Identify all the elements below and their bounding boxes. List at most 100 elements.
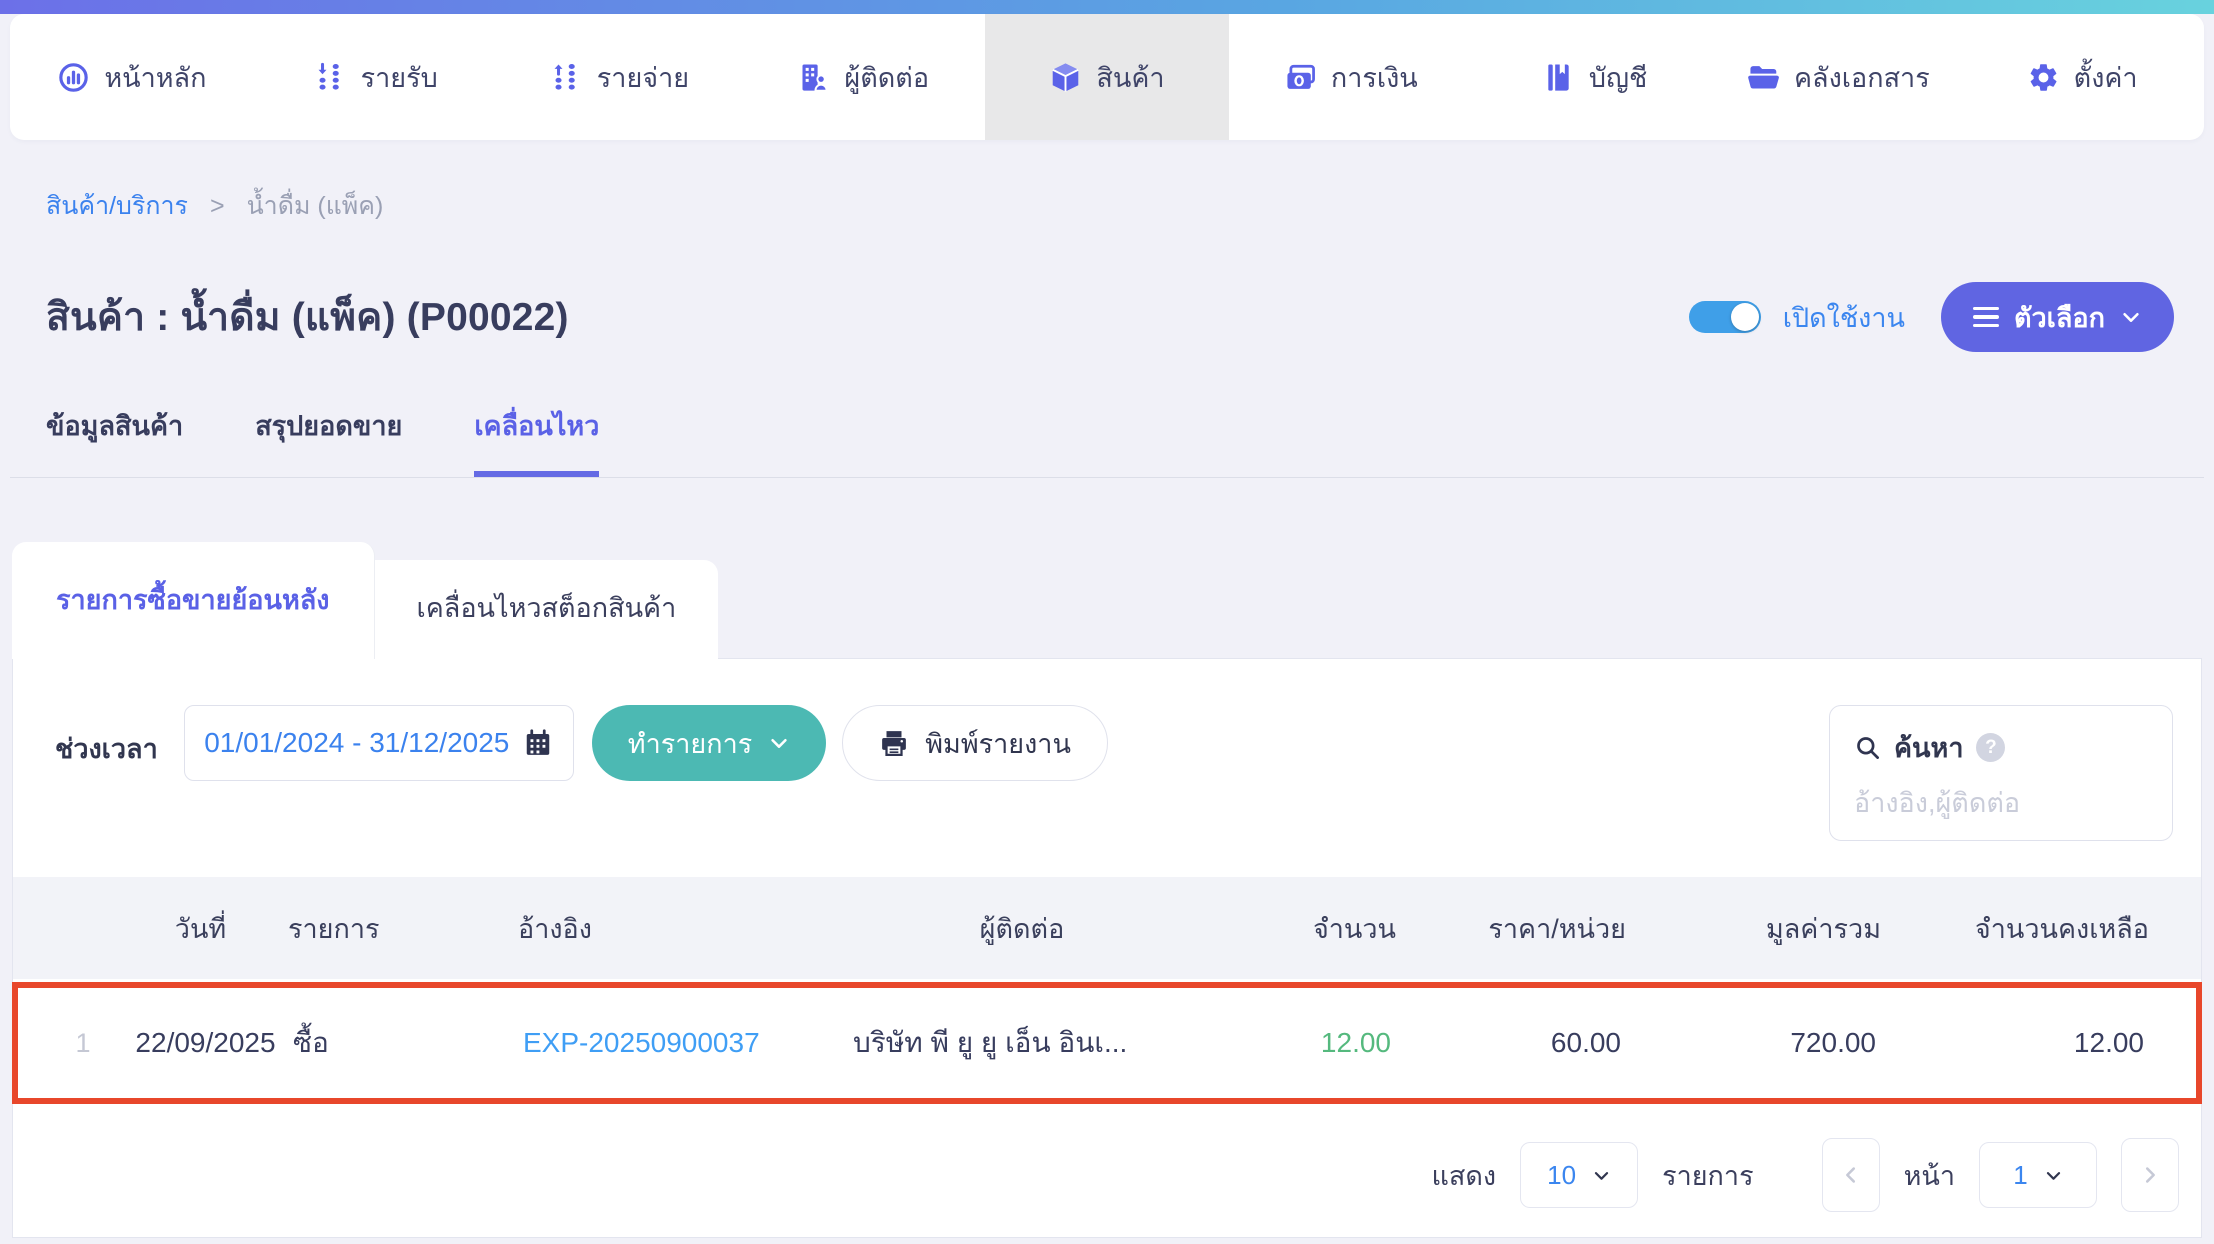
nav-item-expense[interactable]: รายจ่าย	[498, 14, 742, 140]
breadcrumb-separator: >	[209, 191, 225, 220]
subtab-bar: รายการซื้อขายย้อนหลัง เคลื่อนไหวสต็อกสิน…	[12, 542, 2214, 659]
nav-item-home[interactable]: หน้าหลัก	[10, 14, 254, 140]
filter-row: ช่วงเวลา 01/01/2024 - 31/12/2025 ทำรายกา…	[13, 659, 2201, 841]
tab-product-info[interactable]: ข้อมูลสินค้า	[46, 404, 183, 477]
prev-page-button[interactable]	[1821, 1138, 1880, 1212]
reference-link[interactable]: EXP-20250900037	[498, 1027, 828, 1059]
chevron-down-icon	[1594, 1171, 1609, 1180]
header-total: มูลค่ารวม	[1765, 913, 1881, 944]
chevron-right-icon	[2145, 1167, 2155, 1183]
options-button-label: ตัวเลือก	[2013, 302, 2105, 333]
nav-item-label: ผู้ติดต่อ	[844, 62, 930, 93]
highlight-box: 1 22/09/2025 ซื้อ EXP-20250900037 บริษัท…	[12, 982, 2202, 1104]
row-quantity: 12.00	[1320, 1027, 1391, 1058]
dashboard-icon	[57, 61, 90, 94]
nav-item-label: ตั้งค่า	[2073, 62, 2138, 93]
per-page-select[interactable]: 10	[1520, 1142, 1639, 1208]
header-remaining: จำนวนคงเหลือ	[1974, 913, 2149, 944]
main-nav: หน้าหลัก รายรับ รายจ่าย ผู้ติดต่อ สินค้า…	[10, 14, 2204, 140]
tab-bar: ข้อมูลสินค้า สรุปยอดขาย เคลื่อนไหว	[10, 404, 2204, 478]
page-select[interactable]: 1	[1979, 1142, 2097, 1208]
action-dropdown-button[interactable]: ทำรายการ	[591, 705, 827, 781]
contacts-icon	[797, 61, 830, 94]
tab-sales-summary[interactable]: สรุปยอดขาย	[255, 404, 402, 477]
search-label: ค้นหา	[1894, 733, 1964, 763]
header-unit-price: ราคา/หน่วย	[1488, 913, 1626, 944]
calendar-icon	[527, 729, 550, 755]
header-date: วันที่	[174, 913, 227, 944]
search-icon	[1857, 737, 1879, 759]
items-label: รายการ	[1662, 1160, 1754, 1191]
nav-item-finance[interactable]: การเงิน	[1229, 14, 1473, 140]
nav-item-contacts[interactable]: ผู้ติดต่อ	[741, 14, 985, 140]
subtab-stock-movement[interactable]: เคลื่อนไหวสต็อกสินค้า	[374, 560, 719, 659]
toggle-label: เปิดใช้งาน	[1782, 302, 1905, 333]
page-value: 1	[2013, 1159, 2028, 1190]
print-report-button[interactable]: พิมพ์รายงาน	[842, 705, 1108, 781]
nav-item-label: สินค้า	[1096, 62, 1165, 93]
date-range-value: 01/01/2024 - 31/12/2025	[204, 727, 510, 758]
top-gradient-bar	[0, 0, 2214, 14]
nav-item-documents[interactable]: คลังเอกสาร	[1716, 14, 1960, 140]
nav-item-label: บัญชี	[1588, 62, 1648, 93]
active-toggle[interactable]	[1688, 301, 1761, 333]
table-header-row: วันที่ รายการ อ้างอิง ผู้ติดต่อ จำนวน รา…	[13, 877, 2201, 979]
header-quantity: จำนวน	[1312, 913, 1396, 944]
subtab-transaction-history[interactable]: รายการซื้อขายย้อนหลัง	[12, 542, 375, 659]
nav-item-label: หน้าหลัก	[104, 62, 207, 93]
pagination: แสดง 10 รายการ หน้า 1	[13, 1104, 2201, 1212]
header-type: รายการ	[288, 913, 380, 944]
settings-icon	[2027, 61, 2060, 94]
options-button[interactable]: ตัวเลือก	[1940, 282, 2174, 352]
row-total: 720.00	[1790, 1027, 1876, 1058]
nav-item-label: รายจ่าย	[596, 62, 690, 93]
page-label: หน้า	[1903, 1160, 1955, 1191]
menu-icon	[1972, 306, 1999, 328]
page-title: สินค้า : น้ำดื่ม (แพ็ค) (P00022)	[46, 296, 569, 339]
row-contact: บริษัท พี ยู ยู เอ็น อินเ...	[853, 1027, 1128, 1058]
nav-item-label: รายรับ	[360, 62, 438, 93]
documents-icon	[1747, 61, 1780, 94]
accounting-icon	[1542, 61, 1575, 94]
help-icon[interactable]: ?	[1976, 733, 2006, 762]
header-contact: ผู้ติดต่อ	[979, 913, 1065, 944]
search-input[interactable]: ค้นหา ? อ้างอิง,ผู้ติดต่อ	[1829, 705, 2173, 841]
tab-movement[interactable]: เคลื่อนไหว	[474, 404, 600, 477]
chevron-down-icon	[2046, 1171, 2060, 1180]
products-icon	[1049, 61, 1082, 94]
period-label: ช่วงเวลา	[55, 734, 158, 764]
show-label: แสดง	[1431, 1160, 1497, 1191]
search-placeholder: อ้างอิง,ผู้ติดต่อ	[1854, 788, 2021, 818]
per-page-value: 10	[1547, 1159, 1577, 1190]
table-row[interactable]: 1 22/09/2025 ซื้อ EXP-20250900037 บริษัท…	[18, 988, 2196, 1098]
row-unit-price: 60.00	[1550, 1027, 1621, 1058]
content-panel: ช่วงเวลา 01/01/2024 - 31/12/2025 ทำรายกา…	[12, 658, 2202, 1238]
nav-item-accounting[interactable]: บัญชี	[1473, 14, 1717, 140]
row-index: 1	[75, 1027, 91, 1058]
print-button-label: พิมพ์รายงาน	[925, 728, 1071, 759]
nav-item-label: คลังเอกสาร	[1793, 62, 1930, 93]
nav-item-products[interactable]: สินค้า	[985, 14, 1229, 140]
row-remaining: 12.00	[2073, 1027, 2144, 1058]
title-row: สินค้า : น้ำดื่ม (แพ็ค) (P00022) เปิดใช้…	[46, 282, 2174, 352]
printer-icon	[882, 731, 907, 756]
breadcrumb-link-products[interactable]: สินค้า/บริการ	[46, 186, 188, 226]
breadcrumb-current: น้ำดื่ม (แพ็ค)	[246, 192, 384, 220]
nav-item-settings[interactable]: ตั้งค่า	[1960, 14, 2204, 140]
nav-item-income[interactable]: รายรับ	[254, 14, 498, 140]
header-reference: อ้างอิง	[518, 913, 592, 944]
chevron-down-icon	[2123, 312, 2139, 322]
row-type: ซื้อ	[293, 1027, 329, 1058]
nav-item-label: การเงิน	[1330, 62, 1418, 93]
row-date: 22/09/2025	[135, 1027, 276, 1058]
breadcrumb: สินค้า/บริการ > น้ำดื่ม (แพ็ค)	[46, 186, 2214, 226]
action-button-label: ทำรายการ	[627, 728, 753, 759]
next-page-button[interactable]	[2121, 1138, 2179, 1212]
toggle-knob	[1730, 303, 1759, 331]
chevron-left-icon	[1845, 1167, 1855, 1183]
expense-icon	[550, 61, 583, 94]
date-range-input[interactable]: 01/01/2024 - 31/12/2025	[183, 705, 574, 781]
chevron-down-icon	[771, 738, 787, 748]
finance-icon	[1284, 61, 1317, 94]
income-icon	[314, 61, 347, 94]
